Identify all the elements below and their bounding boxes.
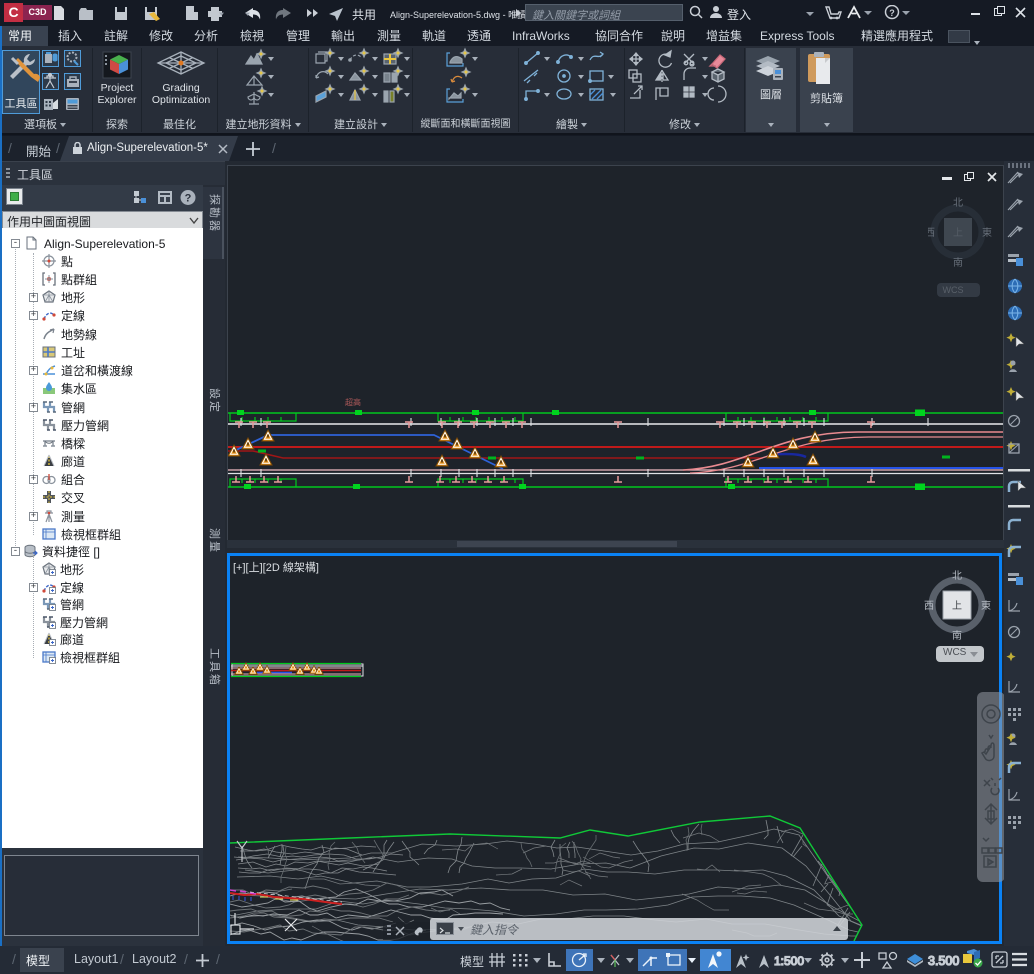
svg-text:超高: 超高 xyxy=(345,397,361,407)
svg-text:?: ? xyxy=(185,193,192,205)
svg-text:西: 西 xyxy=(928,228,935,239)
svg-text:上: 上 xyxy=(952,600,962,612)
svg-text:3.500: 3.500 xyxy=(928,954,959,968)
svg-text:東: 東 xyxy=(981,599,991,612)
svg-text:?: ? xyxy=(889,8,895,18)
svg-text:上: 上 xyxy=(953,227,963,239)
svg-text:北: 北 xyxy=(953,197,963,209)
svg-text:南: 南 xyxy=(953,256,963,269)
svg-text:南: 南 xyxy=(952,629,962,642)
svg-text:WCS: WCS xyxy=(943,285,964,295)
svg-text:東: 東 xyxy=(982,226,992,239)
svg-text:北: 北 xyxy=(952,570,962,582)
svg-text:西: 西 xyxy=(924,601,934,612)
svg-text:1:500: 1:500 xyxy=(774,954,804,968)
